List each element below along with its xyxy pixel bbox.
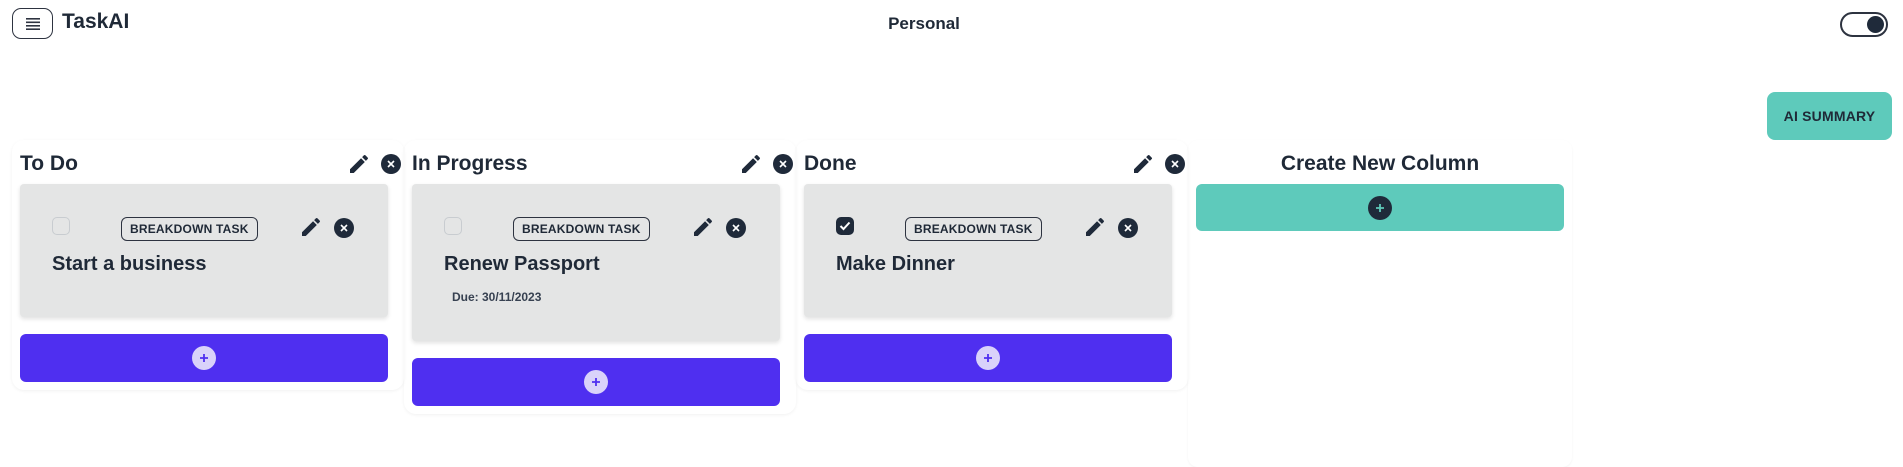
edit-column-icon[interactable] <box>347 152 371 176</box>
theme-toggle[interactable] <box>1840 12 1888 37</box>
breakdown-task-button[interactable]: BREAKDOWN TASK <box>905 217 1042 241</box>
delete-task-icon[interactable] <box>334 218 354 238</box>
delete-column-icon[interactable] <box>1165 154 1185 174</box>
task-card[interactable]: BREAKDOWN TASK Renew Passport Due: 30/11… <box>412 184 780 341</box>
due-date: Due: 30/11/2023 <box>452 290 542 304</box>
delete-column-icon[interactable] <box>381 154 401 174</box>
task-checkbox-checked[interactable] <box>836 217 854 235</box>
task-card[interactable]: BREAKDOWN TASK Start a business <box>20 184 388 317</box>
add-task-button[interactable] <box>412 358 780 406</box>
column-header: In Progress <box>412 149 796 179</box>
column-done: Done BREAKDOWN TASK Make Dinner <box>796 140 1188 390</box>
delete-task-icon[interactable] <box>1118 218 1138 238</box>
column-header: Done <box>804 149 1188 179</box>
breakdown-task-button[interactable]: BREAKDOWN TASK <box>513 217 650 241</box>
task-checkbox[interactable] <box>52 217 70 235</box>
column-in-progress: In Progress BREAKDOWN TASK Renew Passpor… <box>404 140 796 414</box>
ai-summary-button[interactable]: AI SUMMARY <box>1767 92 1892 140</box>
task-title: Renew Passport <box>444 253 600 275</box>
edit-task-icon[interactable] <box>691 215 715 239</box>
column-to-do: To Do BREAKDOWN TASK Start a business <box>12 140 404 390</box>
column-title: In Progress <box>412 152 528 175</box>
checkmark-icon <box>839 221 851 231</box>
breakdown-task-button[interactable]: BREAKDOWN TASK <box>121 217 258 241</box>
plus-icon <box>192 346 216 370</box>
task-title: Start a business <box>52 253 207 275</box>
edit-column-icon[interactable] <box>1131 152 1155 176</box>
edit-task-icon[interactable] <box>299 215 323 239</box>
plus-icon <box>584 370 608 394</box>
edit-task-icon[interactable] <box>1083 215 1107 239</box>
toggle-switch-icon <box>1867 16 1884 33</box>
create-column-title: Create New Column <box>1280 152 1480 175</box>
board-title: Personal <box>888 14 960 33</box>
edit-column-icon[interactable] <box>739 152 763 176</box>
plus-icon <box>976 346 1000 370</box>
delete-task-icon[interactable] <box>726 218 746 238</box>
add-task-button[interactable] <box>804 334 1172 382</box>
create-new-column: Create New Column <box>1188 140 1572 467</box>
plus-icon <box>1368 195 1392 220</box>
column-header: To Do <box>20 149 404 179</box>
column-title: Done <box>804 152 857 175</box>
delete-column-icon[interactable] <box>773 154 793 174</box>
task-checkbox[interactable] <box>444 217 462 235</box>
task-card[interactable]: BREAKDOWN TASK Make Dinner <box>804 184 1172 317</box>
add-task-button[interactable] <box>20 334 388 382</box>
create-column-button[interactable] <box>1196 184 1564 231</box>
column-title: To Do <box>20 152 78 175</box>
task-title: Make Dinner <box>836 253 955 275</box>
